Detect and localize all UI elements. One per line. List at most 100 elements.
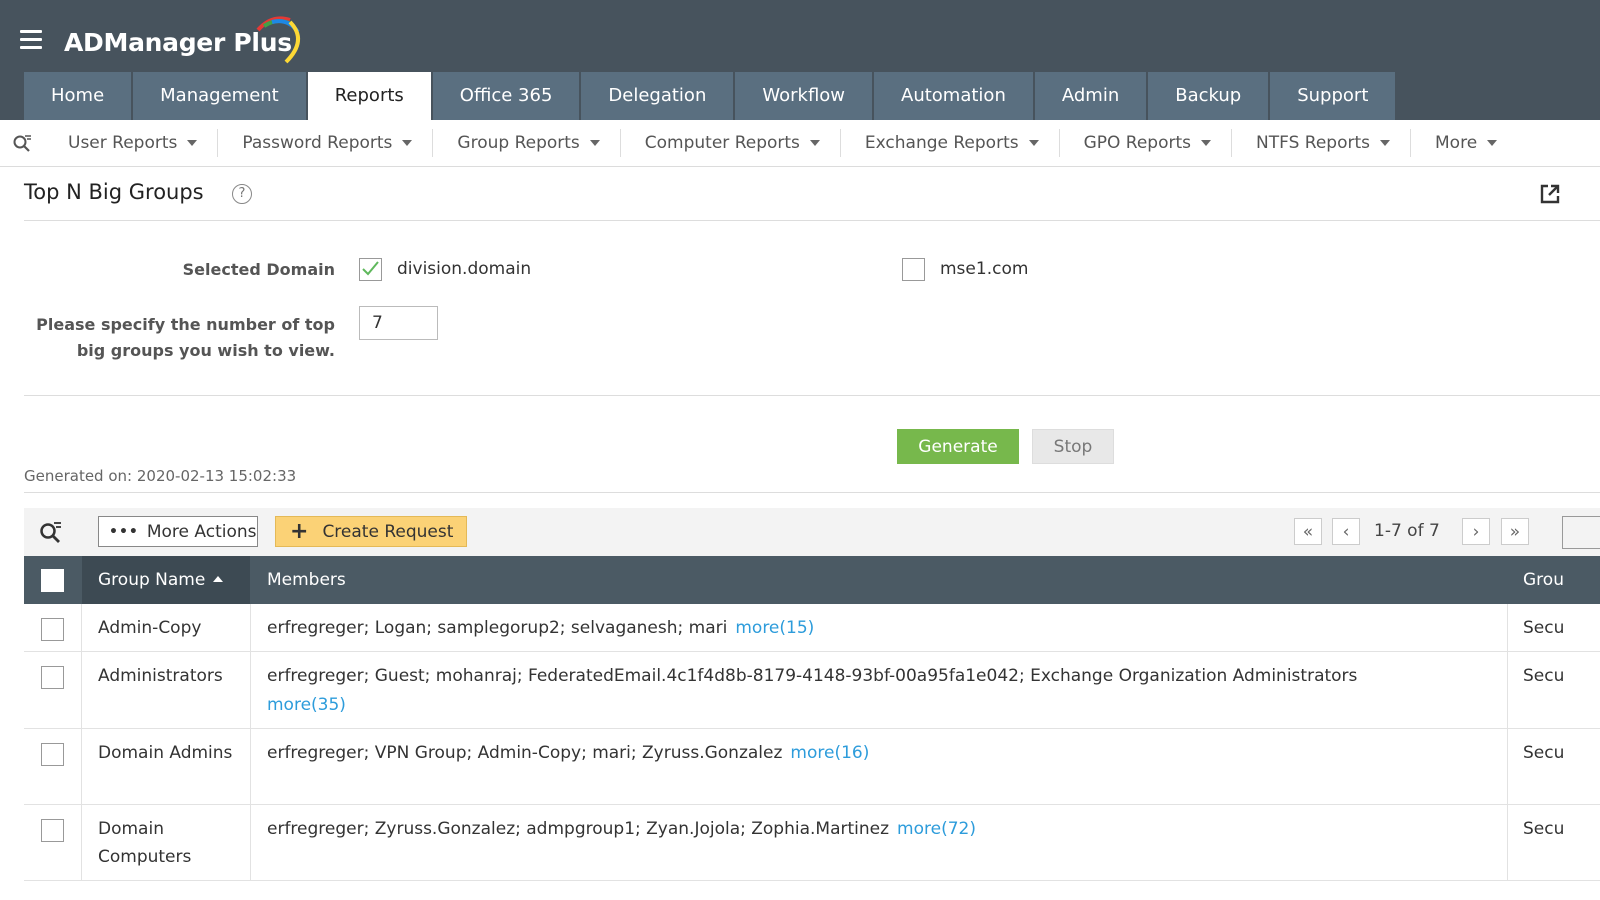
table-header: Group Name Members Grou: [24, 556, 1600, 604]
column-header-label: Group Name: [98, 570, 206, 590]
members-text: erfregreger; Guest; mohanraj; FederatedE…: [267, 666, 1358, 686]
checkmark-icon: [362, 261, 379, 276]
page-title-row: Top N Big Groups ?: [24, 168, 1600, 221]
create-request-button[interactable]: + Create Request: [275, 516, 467, 547]
select-all-cell: [24, 556, 82, 604]
domain-checkbox-mse1[interactable]: [902, 258, 925, 281]
more-members-link[interactable]: more(15): [735, 618, 814, 638]
more-members-link[interactable]: more(72): [897, 819, 976, 839]
generate-button[interactable]: Generate: [897, 429, 1019, 464]
last-page-button[interactable]: »: [1501, 518, 1529, 545]
pagination-status: 1-7 of 7: [1374, 521, 1440, 541]
top-count-input[interactable]: [359, 306, 438, 340]
domain-checkbox-division[interactable]: [359, 258, 382, 281]
column-header-group-type[interactable]: Grou: [1507, 556, 1564, 604]
more-members-link[interactable]: more(35): [267, 695, 346, 715]
tab-admin[interactable]: Admin: [1034, 72, 1147, 120]
column-chooser-button[interactable]: [1562, 516, 1600, 549]
subnav-ntfs-reports[interactable]: NTFS Reports: [1232, 129, 1412, 157]
group-name: Domain Computers: [82, 805, 251, 880]
subnav-more[interactable]: More: [1411, 129, 1517, 157]
subnav-user-reports[interactable]: User Reports: [44, 129, 219, 157]
top-count-label-line2: big groups you wish to view.: [76, 341, 335, 360]
top-count-label: Please specify the number of top big gro…: [20, 312, 335, 364]
sort-ascending-icon: [213, 576, 224, 582]
app-logo[interactable]: ADManager Plus: [64, 16, 300, 64]
group-name: Domain Admins: [82, 729, 251, 804]
domain-name-mse1: mse1.com: [940, 259, 1029, 279]
chevron-down-icon: [1028, 140, 1039, 146]
chevron-down-icon: [187, 140, 198, 146]
reports-subnav: User Reports Password Reports Group Repo…: [0, 120, 1600, 167]
group-type: Secu: [1523, 743, 1565, 763]
plus-icon: +: [290, 518, 309, 544]
first-page-button[interactable]: «: [1294, 518, 1322, 545]
row-checkbox[interactable]: [41, 743, 64, 766]
export-icon[interactable]: [1538, 182, 1562, 206]
group-name: Admin-Copy: [82, 604, 251, 651]
members-cell: erfregreger; Logan; samplegorup2; selvag…: [251, 604, 1508, 651]
help-icon[interactable]: ?: [232, 184, 252, 204]
tab-reports[interactable]: Reports: [307, 72, 431, 120]
tab-management[interactable]: Management: [133, 72, 306, 120]
subnav-label: Exchange Reports: [864, 133, 1019, 153]
row-check-cell: [24, 805, 82, 880]
tab-home[interactable]: Home: [24, 72, 132, 120]
row-checkbox[interactable]: [41, 618, 64, 641]
subnav-label: Group Reports: [457, 133, 580, 153]
subnav-label: User Reports: [68, 133, 178, 153]
tab-office-365[interactable]: Office 365: [432, 72, 580, 120]
column-header-group-name[interactable]: Group Name: [82, 556, 250, 604]
chevron-down-icon: [1487, 140, 1498, 146]
members-cell: erfregreger; VPN Group; Admin-Copy; mari…: [251, 729, 1508, 804]
selected-domain-label: Selected Domain: [182, 260, 335, 279]
tab-workflow[interactable]: Workflow: [735, 72, 873, 120]
subnav-group-reports[interactable]: Group Reports: [433, 129, 621, 157]
next-page-button[interactable]: ›: [1462, 518, 1490, 545]
subnav-label: More: [1435, 133, 1478, 153]
create-request-label: Create Request: [322, 521, 454, 542]
table-row: Admin-Copy erfregreger; Logan; samplegor…: [24, 604, 1600, 652]
generated-on-timestamp: Generated on: 2020-02-13 15:02:33: [24, 467, 297, 485]
more-actions-label: More Actions: [146, 521, 257, 542]
table-toolbar: ••• More Actions + Create Request « ‹ 1-…: [24, 508, 1600, 556]
group-type: Secu: [1523, 819, 1565, 839]
row-checkbox[interactable]: [41, 819, 64, 842]
more-actions-button[interactable]: ••• More Actions: [98, 516, 258, 547]
chevron-down-icon: [402, 140, 413, 146]
subnav-gpo-reports[interactable]: GPO Reports: [1060, 129, 1233, 157]
table-row: Domain Computers erfregreger; Zyruss.Gon…: [24, 805, 1600, 881]
subnav-label: GPO Reports: [1083, 133, 1192, 153]
tab-automation[interactable]: Automation: [874, 72, 1033, 120]
subnav-computer-reports[interactable]: Computer Reports: [621, 129, 841, 157]
logo-arc-icon: [256, 16, 300, 64]
group-type: Secu: [1523, 666, 1565, 686]
chevron-down-icon: [589, 140, 600, 146]
search-filter-icon[interactable]: [38, 520, 62, 544]
subnav-label: Computer Reports: [644, 133, 800, 153]
chevron-down-icon: [1380, 140, 1391, 146]
more-dots-icon: •••: [109, 523, 139, 540]
members-cell: erfregreger; Guest; mohanraj; FederatedE…: [251, 652, 1508, 728]
subnav-exchange-reports[interactable]: Exchange Reports: [841, 129, 1060, 157]
results-divider: [24, 492, 1600, 493]
table-row: Administrators erfregreger; Guest; mohan…: [24, 652, 1600, 729]
tab-backup[interactable]: Backup: [1148, 72, 1269, 120]
stop-button[interactable]: Stop: [1032, 429, 1114, 464]
page-title: Top N Big Groups: [24, 180, 204, 204]
column-header-members[interactable]: Members: [251, 556, 346, 604]
subnav-password-reports[interactable]: Password Reports: [218, 129, 434, 157]
tab-delegation[interactable]: Delegation: [581, 72, 734, 120]
group-name: Administrators: [82, 652, 251, 728]
top-count-label-line1: Please specify the number of top: [36, 315, 335, 334]
row-checkbox[interactable]: [41, 666, 64, 689]
hamburger-icon[interactable]: [20, 30, 42, 52]
row-check-cell: [24, 652, 82, 728]
table-row: Domain Admins erfregreger; VPN Group; Ad…: [24, 729, 1600, 805]
tab-support[interactable]: Support: [1270, 72, 1396, 120]
search-filter-icon[interactable]: [0, 120, 44, 167]
chevron-down-icon: [809, 140, 820, 146]
prev-page-button[interactable]: ‹: [1332, 518, 1360, 545]
more-members-link[interactable]: more(16): [790, 743, 869, 763]
select-all-checkbox[interactable]: [41, 569, 64, 592]
